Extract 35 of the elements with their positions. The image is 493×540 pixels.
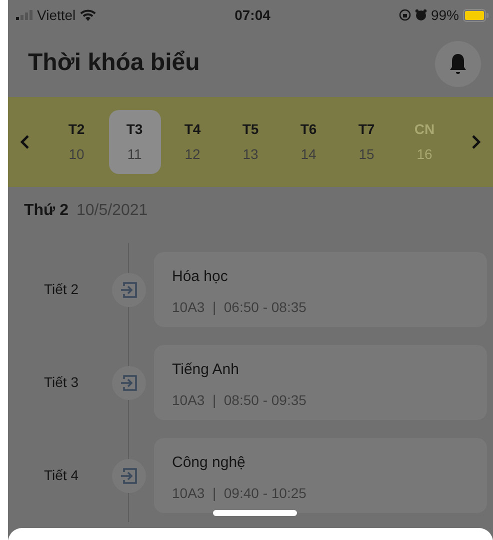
notification-button[interactable]	[435, 40, 481, 86]
day-tab[interactable]: T7 15	[340, 110, 392, 174]
bell-icon	[449, 52, 467, 74]
day-tab[interactable]: T4 12	[166, 110, 218, 174]
login-arrow-icon	[120, 280, 138, 298]
login-arrow-icon	[120, 466, 138, 484]
lesson-card[interactable]: Công nghệ 10A3 | 09:40 - 10:25	[154, 438, 487, 513]
chevron-left-icon	[20, 134, 30, 150]
lesson-detail: 10A3 | 09:40 - 10:25	[172, 484, 308, 503]
wifi-icon	[80, 9, 96, 21]
battery-percent: 99%	[430, 6, 460, 24]
page-title: Thời khóa biểu	[28, 49, 200, 78]
clock-time: 07:04	[234, 6, 272, 24]
subject-name: Tiếng Anh	[172, 360, 240, 380]
login-arrow-icon	[120, 374, 138, 392]
carrier-name: Viettel	[37, 6, 76, 24]
rotation-lock-icon	[398, 9, 411, 21]
day-tab[interactable]: T3 11	[108, 110, 160, 174]
subject-name: Công nghệ	[172, 453, 246, 473]
period-label: Tiết 3	[43, 373, 80, 392]
signal-icon	[16, 10, 33, 20]
chevron-right-icon	[471, 134, 481, 150]
period-label: Tiết 4	[43, 466, 80, 485]
lesson-detail: 10A3 | 06:50 - 08:35	[172, 298, 308, 317]
subject-name: Hóa học	[172, 267, 229, 287]
period-label: Tiết 2	[43, 280, 80, 299]
day-tab[interactable]: T5 13	[224, 110, 276, 174]
day-tab[interactable]: T2 10	[50, 110, 102, 174]
lesson-card[interactable]: Hóa học 10A3 | 06:50 - 08:35	[154, 252, 487, 327]
lesson-card[interactable]: Tiếng Anh 10A3 | 08:50 - 09:35	[154, 345, 487, 420]
alarm-clock-icon	[414, 9, 427, 21]
weekday-label: Thứ 2	[24, 201, 68, 221]
battery-icon	[463, 8, 490, 22]
lesson-detail: 10A3 | 08:50 - 09:35	[172, 390, 308, 410]
day-tab[interactable]: T6 14	[282, 110, 334, 174]
